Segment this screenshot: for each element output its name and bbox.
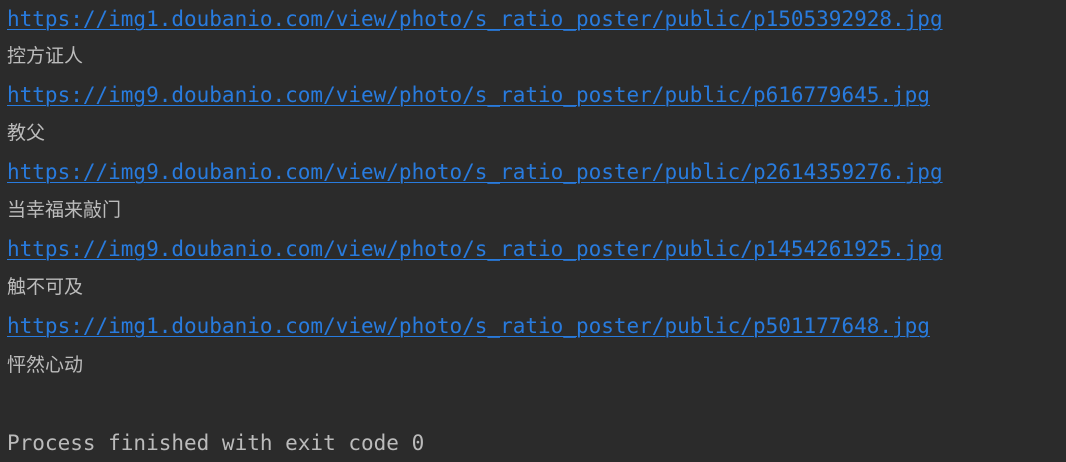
movie-title: 怦然心动 — [7, 354, 84, 376]
run-console-output: https://img1.doubanio.com/view/photo/s_r… — [7, 0, 1066, 461]
movie-title: 触不可及 — [7, 276, 84, 298]
movie-title: 教父 — [7, 122, 46, 144]
poster-url-link[interactable]: https://img9.doubanio.com/view/photo/s_r… — [7, 153, 943, 191]
poster-url-link[interactable]: https://img1.doubanio.com/view/photo/s_r… — [7, 307, 930, 345]
poster-url-link[interactable]: https://img1.doubanio.com/view/photo/s_r… — [7, 0, 943, 38]
process-exit-message: Process finished with exit code 0 — [7, 431, 425, 455]
poster-url-link[interactable]: https://img9.doubanio.com/view/photo/s_r… — [7, 230, 943, 268]
movie-title: 控方证人 — [7, 45, 84, 67]
movie-title: 当幸福来敲门 — [7, 199, 122, 221]
poster-url-link[interactable]: https://img9.doubanio.com/view/photo/s_r… — [7, 76, 930, 114]
